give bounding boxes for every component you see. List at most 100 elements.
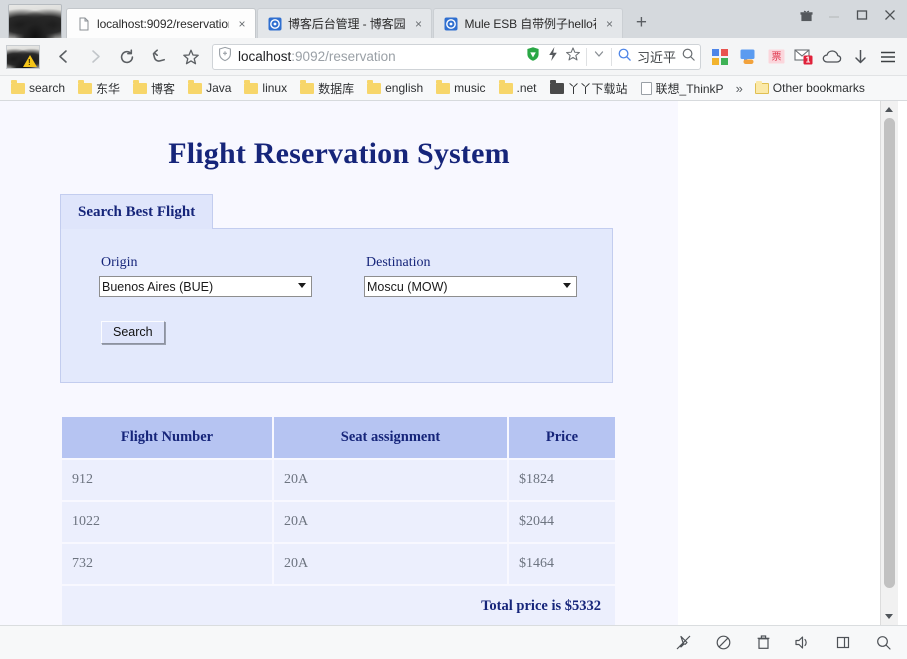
origin-label: Origin xyxy=(101,255,138,270)
scroll-down-button[interactable] xyxy=(880,608,898,625)
total-price-label: Total price is $5332 xyxy=(62,586,615,625)
status-bar xyxy=(0,625,907,659)
bookmark-java[interactable]: Java xyxy=(183,79,236,97)
star-icon[interactable] xyxy=(565,46,581,67)
search-submit-icon[interactable] xyxy=(681,47,696,67)
cloud-icon[interactable] xyxy=(821,46,843,68)
bookmark-label: Java xyxy=(206,81,232,95)
blog-icon xyxy=(444,17,458,31)
ticket-icon[interactable]: 票 xyxy=(765,46,787,68)
browser-tab-1[interactable]: localhost:9092/reservation × xyxy=(66,8,256,38)
window-icon[interactable] xyxy=(833,633,853,653)
lightning-icon[interactable] xyxy=(546,46,560,67)
minimize-icon[interactable] xyxy=(821,4,847,26)
folder-icon xyxy=(300,79,315,94)
browser-tab-3[interactable]: Mule ESB 自带例子hello初 × xyxy=(433,8,624,38)
bookmark-dotnet[interactable]: .net xyxy=(494,79,542,97)
vertical-scrollbar[interactable] xyxy=(880,101,898,625)
other-bookmarks-folder[interactable]: Other bookmarks xyxy=(750,79,870,97)
profile-thumbnail[interactable] xyxy=(6,44,40,69)
adblock-shield-icon[interactable] xyxy=(525,46,541,67)
svg-text:票: 票 xyxy=(771,51,781,63)
bookmark-database[interactable]: 数据库 xyxy=(295,78,359,99)
tab-title: Mule ESB 自带例子hello初 xyxy=(464,17,597,31)
folder-icon xyxy=(11,79,25,94)
bookmark-lenovo-thinkpad[interactable]: 联想_ThinkP xyxy=(636,78,729,99)
folder-icon xyxy=(78,79,93,94)
search-panel: Search Best Flight Origin Buenos Aires (… xyxy=(60,193,613,383)
tab-title: 博客后台管理 - 博客园 xyxy=(288,17,406,31)
window-controls xyxy=(793,4,903,26)
bookmark-english[interactable]: english xyxy=(362,79,428,97)
origin-field: Origin Buenos Aires (BUE) xyxy=(99,255,364,297)
bookmarks-bar: search 东华 博客 Java linux 数据库 english musi… xyxy=(0,76,907,101)
scrollbar-track[interactable] xyxy=(880,118,898,608)
scrollbar-thumb[interactable] xyxy=(883,118,895,589)
search-button[interactable]: Search xyxy=(101,321,165,344)
other-bookmarks-label: Other bookmarks xyxy=(772,81,865,95)
navigation-toolbar: localhost:9092/reservation 习近平 xyxy=(0,38,907,76)
reload-button[interactable] xyxy=(112,42,142,72)
new-tab-button[interactable]: + xyxy=(628,10,654,36)
bookmark-star-button[interactable] xyxy=(176,42,206,72)
destination-select-wrap: Moscu (MOW) xyxy=(364,276,577,297)
tab-close-icon[interactable]: × xyxy=(602,17,616,31)
bookmark-music[interactable]: music xyxy=(431,79,490,97)
speaker-icon[interactable] xyxy=(793,633,813,653)
url-host: localhost xyxy=(238,49,292,64)
header-seat-assignment: Seat assignment xyxy=(274,417,507,458)
url-path: :9092/reservation xyxy=(291,49,396,64)
cell-flight-number: 912 xyxy=(62,460,272,500)
pin-off-icon[interactable] xyxy=(673,633,693,653)
download-icon[interactable] xyxy=(849,46,871,68)
search-engine-icon xyxy=(617,47,632,67)
bookmarks-overflow-icon[interactable]: » xyxy=(732,81,747,96)
origin-select-wrap: Buenos Aires (BUE) xyxy=(99,276,312,297)
maximize-icon[interactable] xyxy=(849,4,875,26)
menu-icon[interactable] xyxy=(877,46,899,68)
tab-title: localhost:9092/reservation xyxy=(97,16,229,31)
folder-icon xyxy=(754,80,769,94)
folder-icon xyxy=(133,79,148,94)
bookmark-search[interactable]: search xyxy=(6,79,70,97)
cell-seat: 20A xyxy=(274,502,507,542)
screenshot-icon[interactable] xyxy=(737,46,759,68)
profile-avatar-tab[interactable] xyxy=(8,4,62,38)
back-button[interactable] xyxy=(48,42,78,72)
bookmark-donghua[interactable]: 东华 xyxy=(73,78,125,99)
tab-search-best-flight[interactable]: Search Best Flight xyxy=(60,194,214,229)
bookmark-linux[interactable]: linux xyxy=(239,79,292,97)
blog-icon xyxy=(268,17,282,31)
page-viewport: Flight Reservation System Search Best Fl… xyxy=(0,101,907,625)
page-title: Flight Reservation System xyxy=(168,137,510,170)
destination-select[interactable]: Moscu (MOW) xyxy=(364,276,577,297)
bookmark-yy-download[interactable]: 丫丫下载站 xyxy=(545,78,633,99)
search-fields: Origin Buenos Aires (BUE) Destination Mo… xyxy=(61,255,612,297)
search-panel-body: Origin Buenos Aires (BUE) Destination Mo… xyxy=(60,228,613,383)
header-price: Price xyxy=(509,417,615,458)
bookmark-boke[interactable]: 博客 xyxy=(128,78,180,99)
tab-close-icon[interactable]: × xyxy=(411,17,425,31)
folder-icon xyxy=(436,79,451,94)
table-row: 912 20A $1824 xyxy=(62,460,615,500)
origin-select[interactable]: Buenos Aires (BUE) xyxy=(99,276,312,297)
warning-icon xyxy=(23,54,37,67)
browser-tab-2[interactable]: 博客后台管理 - 博客园 × xyxy=(257,8,433,38)
scroll-up-button[interactable] xyxy=(880,101,898,118)
bookmark-label: english xyxy=(385,81,424,95)
url-divider-2 xyxy=(610,47,612,66)
tab-close-icon[interactable]: × xyxy=(235,17,249,31)
home-button[interactable] xyxy=(144,42,174,72)
apps-grid-icon[interactable] xyxy=(709,46,731,68)
close-icon[interactable] xyxy=(877,4,903,26)
no-entry-icon[interactable] xyxy=(713,633,733,653)
search-icon[interactable] xyxy=(873,633,893,653)
trash-icon[interactable] xyxy=(753,633,773,653)
forward-button[interactable] xyxy=(80,42,110,72)
address-bar[interactable]: localhost:9092/reservation 习近平 xyxy=(212,43,701,70)
cell-flight-number: 732 xyxy=(62,544,272,584)
gift-icon[interactable] xyxy=(793,4,819,26)
header-flight-number: Flight Number xyxy=(62,417,272,458)
mail-icon[interactable]: 1 xyxy=(793,46,815,68)
chevron-down-icon[interactable] xyxy=(592,47,606,66)
